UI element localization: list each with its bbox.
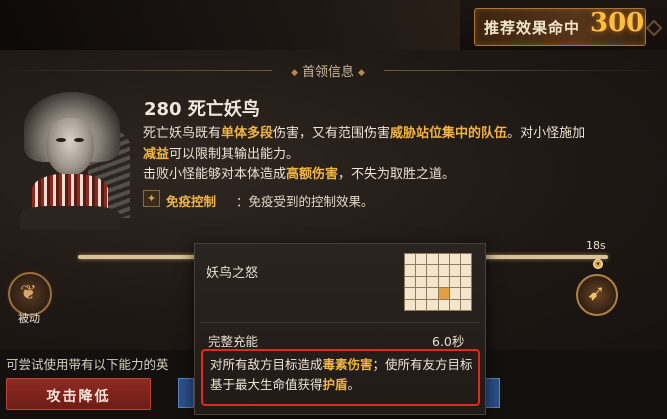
grid-cell — [460, 254, 471, 265]
charge-label: 完整充能 — [208, 334, 259, 349]
grid-cell — [449, 299, 460, 310]
grid-cell — [405, 288, 416, 299]
grid-cell — [438, 299, 449, 310]
keyword-highlight: 减益 — [143, 146, 170, 162]
grid-cell — [460, 288, 471, 299]
keyword-highlight: 护盾 — [322, 377, 348, 392]
immune-control-text: ：免疫受到的控制效果。 — [236, 194, 374, 209]
boss-name: 280 死亡妖鸟 — [144, 99, 260, 120]
grid-cell — [416, 265, 427, 276]
grid-cell — [405, 299, 416, 310]
grid-cell — [427, 254, 438, 265]
diamond-icon: ◆ — [291, 67, 298, 78]
charge-value: 6.0秒 — [432, 334, 465, 349]
immune-control-label: 免疫控制 — [166, 194, 217, 209]
keyword-highlight: 高额伤害 — [286, 167, 339, 182]
keyword-highlight: 单体多段 — [221, 126, 274, 141]
skill-effect-text: 对所有敌方目标造成毒素伤害；使所有友方目标基于最大生命值获得护盾。 — [210, 357, 473, 392]
grid-cell — [449, 254, 460, 265]
grid-cell — [427, 265, 438, 276]
section-divider-right — [384, 70, 667, 71]
hint-text: 可尝试使用带有以下能力的英 — [6, 357, 169, 372]
recommend-hit-value: 300 — [590, 8, 645, 38]
attack-down-button-label: 攻击降低 — [46, 389, 111, 405]
grid-cell — [460, 299, 471, 310]
timeline-marker-icon: ▾ — [593, 259, 603, 269]
grid-cell — [449, 288, 460, 299]
boss-description: 死亡妖鸟既有单体多段伤害，又有范围伤害威胁站位集中的队伍。对小怪施加 减益可以限… — [143, 126, 586, 182]
blue-tab-right[interactable] — [484, 378, 500, 408]
grid-cell — [460, 265, 471, 276]
tooltip-divider — [200, 322, 480, 323]
boss-portrait — [10, 88, 130, 230]
grid-cell — [427, 299, 438, 310]
skill-range-grid — [404, 253, 472, 311]
skill-tooltip-title: 妖鸟之怒 — [206, 266, 259, 281]
blue-tab-left[interactable] — [178, 378, 194, 408]
attack-down-button[interactable]: 攻击降低 — [6, 378, 151, 410]
grid-cell — [438, 288, 449, 299]
timeline-time-label: 18s — [586, 239, 606, 252]
recommend-hit-label: 推荐效果命中 — [484, 19, 581, 37]
grid-cell — [438, 265, 449, 276]
grid-cell — [405, 254, 416, 265]
keyword-highlight: 威胁站位集中的队伍 — [390, 126, 508, 141]
grid-cell — [427, 276, 438, 288]
section-title-text: 首领信息 — [301, 65, 354, 80]
grid-cell — [438, 254, 449, 265]
section-divider-left — [0, 70, 272, 71]
grid-cell — [405, 276, 416, 288]
grid-cell — [416, 254, 427, 265]
grid-cell — [438, 276, 449, 288]
grid-cell — [427, 288, 438, 299]
keyword-highlight: 毒素伤害 — [322, 357, 373, 372]
grid-cell — [416, 288, 427, 299]
feather-icon: ➹ — [587, 281, 606, 306]
top-bar-shade — [0, 0, 460, 50]
section-title: ◆ 首领信息 ◆ — [272, 61, 384, 81]
grid-cell — [449, 276, 460, 288]
grid-cell — [416, 276, 427, 288]
grid-cell — [416, 299, 427, 310]
shield-icon: ✦ — [143, 190, 160, 207]
passive-label: 被动 — [18, 312, 40, 325]
diamond-icon: ◆ — [358, 67, 365, 78]
grid-cell — [405, 265, 416, 276]
bird-icon: ❦ — [20, 280, 37, 304]
grid-cell — [460, 276, 471, 288]
grid-cell — [449, 265, 460, 276]
skill-icon-18s[interactable]: ➹ — [576, 274, 618, 316]
